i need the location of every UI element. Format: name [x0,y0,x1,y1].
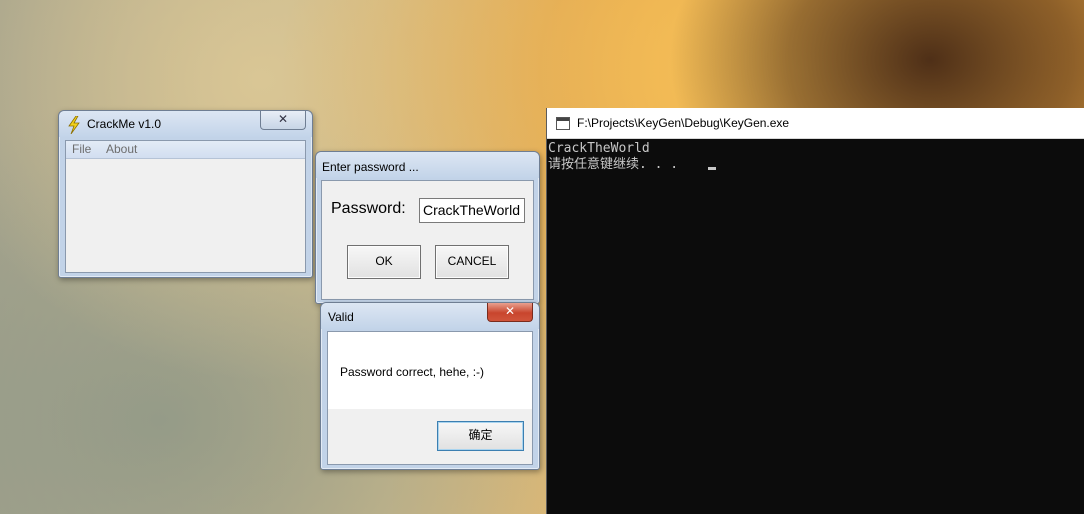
password-dialog: Enter password ... Password: CrackTheWor… [315,151,540,304]
cancel-button[interactable]: CANCEL [435,245,509,279]
menu-about[interactable]: About [106,142,137,156]
password-dialog-title: Enter password ... [322,160,419,174]
ok-button-label: OK [375,254,393,268]
console-line: CrackTheWorld [548,141,650,156]
close-icon: ✕ [277,112,289,126]
close-icon: ✕ [504,304,516,318]
console-window[interactable]: F:\Projects\KeyGen\Debug\KeyGen.exe Crac… [546,108,1084,514]
confirm-button[interactable]: 确定 [437,421,524,451]
crackme-title: CrackMe v1.0 [87,117,162,131]
valid-client: Password correct, hehe, :-) 确定 [327,331,533,465]
console-title: F:\Projects\KeyGen\Debug\KeyGen.exe [577,116,790,130]
cancel-button-label: CANCEL [447,254,497,268]
ok-button[interactable]: OK [347,245,421,279]
crackme-close-button[interactable]: ✕ [260,111,306,130]
valid-message-box: Valid ✕ Password correct, hehe, :-) 确定 [320,302,540,470]
valid-message-text: Password correct, hehe, :-) [340,365,485,379]
password-label: Password: [331,200,406,217]
crackme-menubar: File About [66,141,305,159]
valid-close-button[interactable]: ✕ [487,303,533,322]
menu-file[interactable]: File [72,142,91,156]
console-line: 请按任意键继续. . . [548,157,679,172]
confirm-button-label: 确定 [468,428,493,442]
password-input[interactable]: CrackTheWorld [419,198,525,223]
lightning-bolt-icon [68,116,80,134]
valid-title: Valid [328,310,354,324]
console-titlebar[interactable]: F:\Projects\KeyGen\Debug\KeyGen.exe [547,108,1084,139]
console-cursor [708,167,716,170]
console-window-icon [556,117,570,130]
crackme-client-area: File About [65,140,306,273]
password-dialog-client: Password: CrackTheWorld OK CANCEL [321,180,534,300]
crackme-window: CrackMe v1.0 ✕ File About [58,110,313,278]
